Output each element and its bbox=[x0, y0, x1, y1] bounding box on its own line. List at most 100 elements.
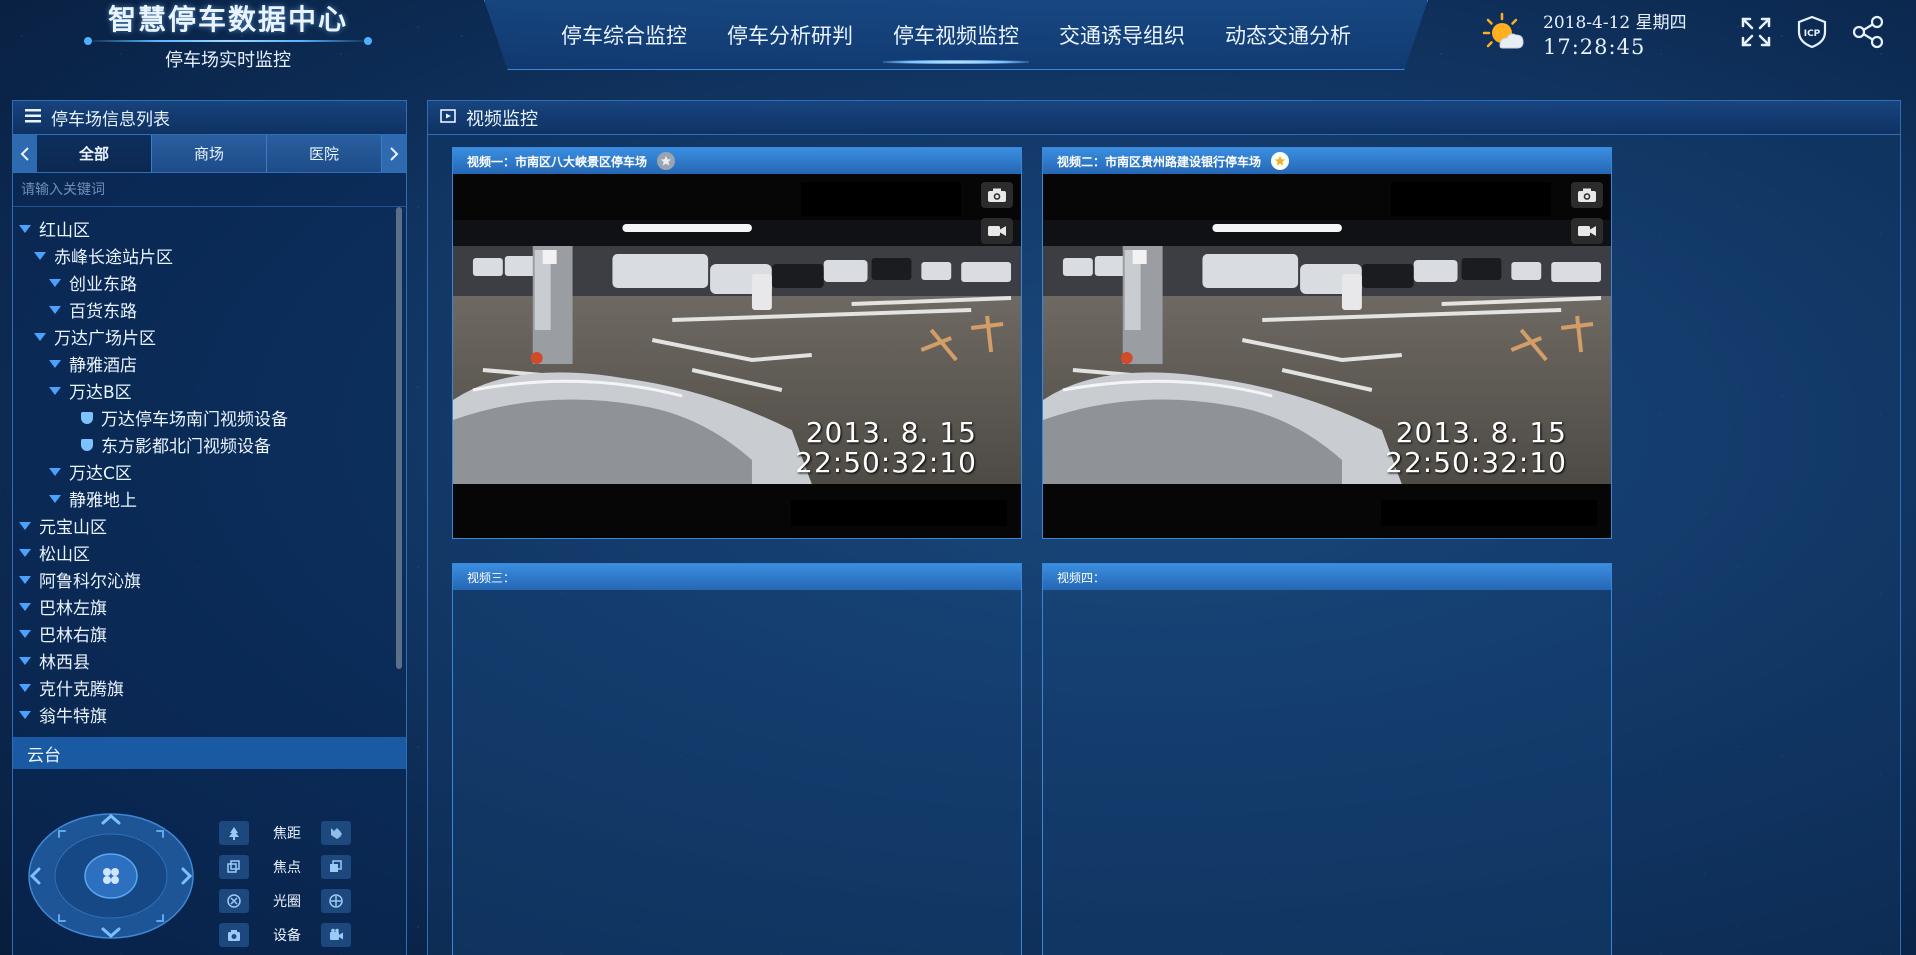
expand-caret-icon bbox=[19, 629, 31, 638]
expand-caret-icon bbox=[49, 305, 61, 314]
expand-caret-icon bbox=[19, 602, 31, 611]
zoom-tree-small-icon[interactable] bbox=[219, 821, 249, 845]
tree-item-label: 松山区 bbox=[39, 545, 90, 565]
brand: 智慧停车数据中心 停车场实时监控 bbox=[78, 2, 378, 72]
svg-text:ICP: ICP bbox=[1804, 29, 1821, 39]
ptz-control-label: 设备 bbox=[273, 928, 301, 944]
camera-device-icon bbox=[81, 438, 93, 451]
camera-snapshot-icon[interactable] bbox=[981, 182, 1013, 208]
iris-close-icon[interactable] bbox=[219, 889, 249, 913]
tree-folder-item[interactable]: 元宝山区 bbox=[13, 512, 406, 539]
zoom-tree-large-icon[interactable] bbox=[321, 821, 351, 845]
tree-folder-item[interactable]: 百货东路 bbox=[13, 296, 406, 323]
video-timestamp: 2013. 8. 15 22:50:32:10 bbox=[795, 418, 977, 478]
focus-near-icon[interactable] bbox=[219, 855, 249, 879]
tree-folder-item[interactable]: 翁牛特旗 bbox=[13, 701, 406, 728]
tree-folder-item[interactable]: 克什克腾旗 bbox=[13, 674, 406, 701]
video-tile[interactable]: 视频二：市南区贵州路建设银行停车场 2013. 8. 15 22:50:32:10 bbox=[1042, 147, 1612, 539]
redacted-area bbox=[801, 182, 961, 216]
video-timestamp-date: 2013. 8. 15 bbox=[805, 416, 977, 449]
current-time: 17:28:45 bbox=[1543, 35, 1646, 59]
nav-item-analysis[interactable]: 停车分析研判 bbox=[707, 0, 873, 70]
snapshot-icon[interactable] bbox=[219, 923, 249, 947]
tree-item-label: 百货东路 bbox=[69, 302, 137, 322]
expand-caret-icon bbox=[49, 359, 61, 368]
tree-folder-item[interactable]: 红山区 bbox=[13, 215, 406, 242]
video-record-icon[interactable] bbox=[981, 218, 1013, 244]
tree-folder-item[interactable]: 赤峰长途站片区 bbox=[13, 242, 406, 269]
tree-device-item[interactable]: 东方影都北门视频设备 bbox=[13, 431, 406, 458]
tree-folder-item[interactable]: 万达广场片区 bbox=[13, 323, 406, 350]
ptz-control-label: 焦距 bbox=[273, 826, 301, 842]
tab-hospital[interactable]: 医院 bbox=[267, 135, 382, 172]
tree-folder-item[interactable]: 阿鲁科尔沁旗 bbox=[13, 566, 406, 593]
tree-item-label: 东方影都北门视频设备 bbox=[101, 437, 271, 457]
header-tools: ICP bbox=[1738, 14, 1886, 50]
favorite-star-icon[interactable] bbox=[1271, 152, 1290, 170]
tree-folder-item[interactable]: 松山区 bbox=[13, 539, 406, 566]
monitor-icon bbox=[440, 107, 456, 128]
ptz-direction-pad bbox=[27, 811, 195, 941]
tree-item-label: 克什克腾旗 bbox=[39, 680, 124, 700]
expand-caret-icon bbox=[49, 494, 61, 503]
video-tile-title: 视频二：市南区贵州路建设银行停车场 bbox=[1057, 154, 1262, 169]
tree-item-label: 巴林右旗 bbox=[39, 626, 107, 646]
video-tile-header: 视频一：市南区八大峡景区停车场 bbox=[453, 148, 1021, 174]
expand-caret-icon bbox=[19, 224, 31, 233]
tabs-prev-button[interactable] bbox=[13, 135, 37, 172]
share-network-icon[interactable] bbox=[1850, 14, 1886, 50]
video-feed[interactable]: 2013. 8. 15 22:50:32:10 bbox=[453, 174, 1021, 538]
tree-list: 红山区 赤峰长途站片区创业东路百货东路 万达广场片区 静雅酒店 万达B区万达停车场南门视… bbox=[13, 215, 406, 728]
ptz-header: 云台 bbox=[13, 737, 406, 769]
tab-all[interactable]: 全部 bbox=[37, 135, 152, 172]
camera-snapshot-icon[interactable] bbox=[1571, 182, 1603, 208]
tree-item-label: 万达停车场南门视频设备 bbox=[101, 410, 288, 430]
video-tile[interactable]: 视频三： bbox=[452, 563, 1022, 955]
redacted-area bbox=[1391, 182, 1551, 216]
video-timestamp-time: 22:50:32:10 bbox=[1385, 446, 1567, 479]
tree-folder-item[interactable]: 巴林左旗 bbox=[13, 593, 406, 620]
nav-item-overview[interactable]: 停车综合监控 bbox=[541, 0, 707, 70]
video-record-icon[interactable] bbox=[1571, 218, 1603, 244]
expand-caret-icon bbox=[19, 548, 31, 557]
tree-folder-item[interactable]: 万达B区 bbox=[13, 377, 406, 404]
tree-item-label: 创业东路 bbox=[69, 275, 137, 295]
parking-list-title: 停车场信息列表 bbox=[51, 110, 170, 130]
tab-mall[interactable]: 商场 bbox=[152, 135, 267, 172]
expand-caret-icon bbox=[49, 278, 61, 287]
redacted-area bbox=[791, 500, 1007, 526]
focus-far-icon[interactable] bbox=[321, 855, 351, 879]
title-divider bbox=[84, 37, 372, 45]
video-tile[interactable]: 视频四： bbox=[1042, 563, 1612, 955]
tree-folder-item[interactable]: 静雅地上 bbox=[13, 485, 406, 512]
tree-folder-item[interactable]: 创业东路 bbox=[13, 269, 406, 296]
expand-caret-icon bbox=[19, 521, 31, 530]
ptz-controls: 焦距 焦点 光圈 设备 bbox=[219, 821, 355, 947]
video-feed[interactable]: 2013. 8. 15 22:50:32:10 bbox=[1043, 174, 1611, 538]
tree-scrollbar[interactable] bbox=[396, 207, 402, 669]
fullscreen-icon[interactable] bbox=[1738, 14, 1774, 50]
iris-open-icon[interactable] bbox=[321, 889, 351, 913]
expand-caret-icon bbox=[19, 710, 31, 719]
tree-item-label: 林西县 bbox=[39, 653, 90, 673]
nav-item-traffic[interactable]: 动态交通分析 bbox=[1205, 0, 1371, 70]
expand-caret-icon bbox=[19, 656, 31, 665]
nav-item-guidance[interactable]: 交通诱导组织 bbox=[1039, 0, 1205, 70]
favorite-star-icon[interactable] bbox=[657, 152, 676, 170]
tree-folder-item[interactable]: 巴林右旗 bbox=[13, 620, 406, 647]
ptz-control-label: 光圈 bbox=[273, 894, 301, 910]
icp-shield-icon[interactable]: ICP bbox=[1794, 14, 1830, 50]
video-tile[interactable]: 视频一：市南区八大峡景区停车场 2013. 8. 15 22:50:32:10 bbox=[452, 147, 1022, 539]
search-input[interactable] bbox=[21, 181, 406, 198]
tree-device-item[interactable]: 万达停车场南门视频设备 bbox=[13, 404, 406, 431]
tree-item-label: 巴林左旗 bbox=[39, 599, 107, 619]
tree-folder-item[interactable]: 静雅酒店 bbox=[13, 350, 406, 377]
nav-item-video[interactable]: 停车视频监控 bbox=[873, 0, 1039, 70]
expand-caret-icon bbox=[19, 575, 31, 584]
video-tile-title: 视频一：市南区八大峡景区停车场 bbox=[467, 154, 648, 169]
record-icon[interactable] bbox=[321, 923, 351, 947]
tree-folder-item[interactable]: 万达C区 bbox=[13, 458, 406, 485]
ptz-control-label: 焦点 bbox=[273, 860, 301, 876]
tree-folder-item[interactable]: 林西县 bbox=[13, 647, 406, 674]
tabs-next-button[interactable] bbox=[382, 135, 406, 172]
